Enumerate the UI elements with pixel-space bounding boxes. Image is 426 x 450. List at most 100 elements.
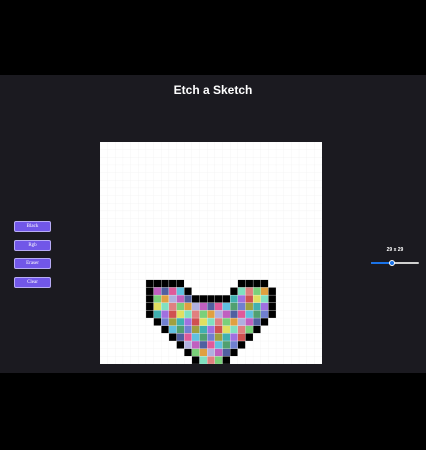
grid-cell[interactable] bbox=[130, 264, 139, 273]
grid-cell[interactable] bbox=[130, 294, 139, 303]
grid-cell[interactable] bbox=[145, 249, 154, 258]
grid-cell[interactable] bbox=[191, 256, 200, 265]
grid-cell[interactable] bbox=[214, 195, 223, 204]
grid-cell[interactable] bbox=[176, 195, 185, 204]
grid-cell[interactable] bbox=[122, 279, 131, 288]
grid-cell[interactable] bbox=[260, 226, 269, 235]
grid-cell[interactable] bbox=[176, 325, 185, 334]
grid-cell[interactable] bbox=[260, 356, 269, 364]
grid-cell[interactable] bbox=[199, 187, 208, 196]
grid-cell[interactable] bbox=[191, 310, 200, 319]
grid-cell[interactable] bbox=[176, 218, 185, 227]
grid-cell[interactable] bbox=[145, 157, 154, 166]
grid-cell[interactable] bbox=[222, 264, 231, 273]
grid-cell[interactable] bbox=[145, 333, 154, 342]
grid-cell[interactable] bbox=[283, 340, 292, 349]
grid-cell[interactable] bbox=[153, 325, 162, 334]
grid-cell[interactable] bbox=[100, 180, 108, 189]
grid-cell[interactable] bbox=[100, 149, 108, 158]
grid-cell[interactable] bbox=[107, 218, 116, 227]
grid-cell[interactable] bbox=[298, 203, 307, 212]
grid-cell[interactable] bbox=[252, 164, 261, 173]
grid-cell[interactable] bbox=[237, 310, 246, 319]
grid-cell[interactable] bbox=[291, 287, 300, 296]
grid-cell[interactable] bbox=[176, 287, 185, 296]
grid-cell[interactable] bbox=[260, 149, 269, 158]
grid-cell[interactable] bbox=[130, 310, 139, 319]
grid-cell[interactable] bbox=[122, 180, 131, 189]
grid-cell[interactable] bbox=[260, 340, 269, 349]
grid-cell[interactable] bbox=[184, 348, 193, 357]
grid-cell[interactable] bbox=[268, 142, 277, 150]
grid-cell[interactable] bbox=[153, 149, 162, 158]
grid-cell[interactable] bbox=[314, 317, 322, 326]
grid-cell[interactable] bbox=[283, 180, 292, 189]
grid-cell[interactable] bbox=[268, 203, 277, 212]
grid-cell[interactable] bbox=[229, 348, 238, 357]
grid-cell[interactable] bbox=[145, 356, 154, 364]
grid-cell[interactable] bbox=[245, 233, 254, 242]
grid-cell[interactable] bbox=[252, 325, 261, 334]
grid-cell[interactable] bbox=[184, 256, 193, 265]
grid-cell[interactable] bbox=[115, 164, 124, 173]
grid-cell[interactable] bbox=[314, 226, 322, 235]
grid-cell[interactable] bbox=[184, 294, 193, 303]
grid-cell[interactable] bbox=[100, 210, 108, 219]
grid-cell[interactable] bbox=[260, 256, 269, 265]
grid-cell[interactable] bbox=[191, 187, 200, 196]
grid-cell[interactable] bbox=[191, 164, 200, 173]
grid-cell[interactable] bbox=[207, 180, 216, 189]
grid-cell[interactable] bbox=[161, 310, 170, 319]
grid-cell[interactable] bbox=[291, 149, 300, 158]
grid-cell[interactable] bbox=[314, 218, 322, 227]
grid-cell[interactable] bbox=[168, 157, 177, 166]
grid-cell[interactable] bbox=[145, 149, 154, 158]
grid-cell[interactable] bbox=[314, 249, 322, 258]
grid-cell[interactable] bbox=[184, 310, 193, 319]
grid-cell[interactable] bbox=[153, 256, 162, 265]
grid-cell[interactable] bbox=[245, 218, 254, 227]
grid-cell[interactable] bbox=[184, 325, 193, 334]
grid-cell[interactable] bbox=[145, 226, 154, 235]
grid-cell[interactable] bbox=[100, 187, 108, 196]
grid-cell[interactable] bbox=[283, 264, 292, 273]
grid-cell[interactable] bbox=[145, 233, 154, 242]
grid-cell[interactable] bbox=[184, 142, 193, 150]
grid-cell[interactable] bbox=[252, 249, 261, 258]
grid-cell[interactable] bbox=[252, 149, 261, 158]
grid-cell[interactable] bbox=[145, 172, 154, 181]
grid-cell[interactable] bbox=[283, 195, 292, 204]
grid-cell[interactable] bbox=[283, 233, 292, 242]
grid-cell[interactable] bbox=[306, 249, 315, 258]
grid-cell[interactable] bbox=[191, 195, 200, 204]
grid-cell[interactable] bbox=[207, 203, 216, 212]
grid-cell[interactable] bbox=[275, 241, 284, 250]
grid-cell[interactable] bbox=[268, 279, 277, 288]
grid-cell[interactable] bbox=[199, 302, 208, 311]
grid-cell[interactable] bbox=[298, 294, 307, 303]
grid-cell[interactable] bbox=[145, 203, 154, 212]
grid-cell[interactable] bbox=[153, 241, 162, 250]
grid-cell[interactable] bbox=[268, 218, 277, 227]
grid-cell[interactable] bbox=[107, 256, 116, 265]
grid-cell[interactable] bbox=[184, 241, 193, 250]
grid-cell[interactable] bbox=[130, 333, 139, 342]
grid-cell[interactable] bbox=[245, 333, 254, 342]
grid-cell[interactable] bbox=[207, 172, 216, 181]
grid-cell[interactable] bbox=[275, 142, 284, 150]
grid-cell[interactable] bbox=[115, 180, 124, 189]
grid-cells[interactable] bbox=[100, 142, 322, 364]
grid-cell[interactable] bbox=[191, 340, 200, 349]
grid-cell[interactable] bbox=[161, 356, 170, 364]
grid-cell[interactable] bbox=[168, 149, 177, 158]
grid-cell[interactable] bbox=[115, 203, 124, 212]
grid-cell[interactable] bbox=[283, 249, 292, 258]
grid-cell[interactable] bbox=[222, 210, 231, 219]
grid-cell[interactable] bbox=[268, 180, 277, 189]
grid-cell[interactable] bbox=[268, 256, 277, 265]
grid-cell[interactable] bbox=[291, 325, 300, 334]
grid-cell[interactable] bbox=[298, 241, 307, 250]
grid-cell[interactable] bbox=[161, 348, 170, 357]
grid-cell[interactable] bbox=[191, 249, 200, 258]
grid-cell[interactable] bbox=[306, 264, 315, 273]
